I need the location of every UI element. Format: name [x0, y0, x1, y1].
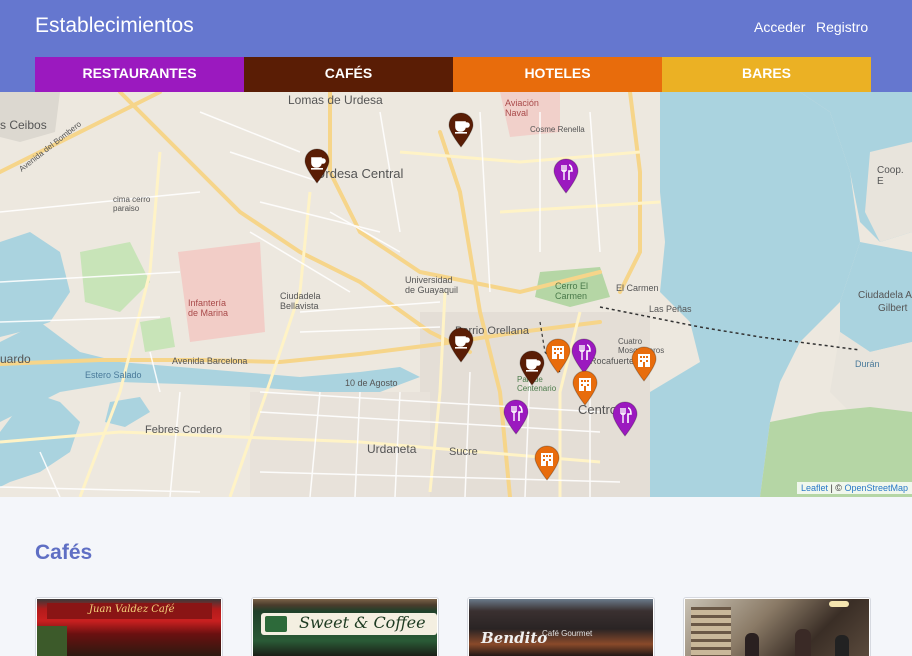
- cafe-photo: Sweet & Coffee: [253, 599, 437, 656]
- cafe-marker[interactable]: [304, 148, 330, 184]
- building-icon: [534, 445, 560, 481]
- building-icon: [572, 370, 598, 406]
- map-label: Sucre: [449, 446, 478, 458]
- restaurant-marker[interactable]: [553, 158, 579, 194]
- coffee-cup-icon: [304, 148, 330, 184]
- tab-cafes[interactable]: CAFÉS: [244, 57, 453, 92]
- tab-bares[interactable]: BARES: [662, 57, 871, 92]
- map-label: Ciudadela Bellavista: [280, 291, 321, 311]
- cafe-sign: Juan Valdez Café: [89, 604, 175, 615]
- hotel-marker[interactable]: [572, 370, 598, 406]
- fork-knife-icon: [503, 399, 529, 435]
- establishments-map[interactable]: Lomas de Urdesa s Ceibos Urdesa Central …: [0, 92, 912, 497]
- building-icon: [631, 346, 657, 382]
- cafe-card[interactable]: [683, 597, 871, 656]
- building-icon: [545, 338, 571, 374]
- login-link[interactable]: Acceder: [754, 19, 805, 35]
- cafe-sign: Sweet & Coffee: [299, 613, 426, 632]
- cafe-marker[interactable]: [448, 327, 474, 363]
- tab-hoteles[interactable]: HOTELES: [453, 57, 662, 92]
- map-label: Avenida Barcelona: [172, 356, 248, 366]
- cafe-sign: Bendito: [481, 629, 548, 647]
- fork-knife-icon: [571, 338, 597, 374]
- map-label: Ciudadela A: [858, 290, 912, 301]
- register-link[interactable]: Registro: [816, 19, 868, 35]
- top-navbar: Establecimientos Acceder Registro: [0, 0, 912, 57]
- cafe-photo: Juan Valdez Café: [37, 599, 221, 656]
- cafe-marker[interactable]: [519, 350, 545, 386]
- restaurant-marker[interactable]: [612, 401, 638, 437]
- map-label: Infantería de Marina: [188, 298, 229, 318]
- map-label: Gilbert: [878, 303, 908, 314]
- map-label: Cerro El Carmen: [555, 281, 589, 301]
- hotel-marker[interactable]: [545, 338, 571, 374]
- category-bar: RESTAURANTES CAFÉS HOTELES BARES: [0, 57, 912, 92]
- tab-restaurantes[interactable]: RESTAURANTES: [35, 57, 244, 92]
- restaurant-marker[interactable]: [571, 338, 597, 374]
- coffee-cup-icon: [519, 350, 545, 386]
- attribution-separator: | ©: [827, 483, 845, 493]
- map-label: Estero Salado: [85, 370, 142, 380]
- map-label: cima cerro paraiso: [113, 195, 151, 213]
- map-label: 10 de Agosto: [345, 378, 398, 388]
- map-attribution: Leaflet | © OpenStreetMap: [796, 482, 912, 494]
- map-label: Coop. E: [877, 165, 904, 187]
- cafe-card[interactable]: Sweet & Coffee: [251, 597, 439, 656]
- cafe-photo: [685, 599, 869, 656]
- map-label: Cosme Renella: [530, 125, 585, 134]
- cafes-section: Cafés Juan Valdez Café Sweet & Coffee Be…: [0, 497, 912, 656]
- coffee-cup-icon: [448, 112, 474, 148]
- map-label: Urdaneta: [367, 442, 417, 456]
- map-label: Febres Cordero: [145, 424, 223, 436]
- map-label: uardo: [0, 352, 31, 366]
- map-label: Universidad de Guayaquil: [405, 275, 459, 295]
- hotel-marker[interactable]: [631, 346, 657, 382]
- osm-link[interactable]: OpenStreetMap: [844, 483, 908, 493]
- restaurant-marker[interactable]: [503, 399, 529, 435]
- cafe-photo: Bendito Café Gourmet: [469, 599, 653, 656]
- cafe-card[interactable]: Juan Valdez Café: [35, 597, 223, 656]
- fork-knife-icon: [612, 401, 638, 437]
- coffee-cup-icon: [448, 327, 474, 363]
- cafe-sign-sub: Café Gourmet: [542, 629, 593, 638]
- fork-knife-icon: [553, 158, 579, 194]
- map-label: s Ceibos: [0, 118, 47, 132]
- map-label: Lomas de Urdesa: [288, 93, 383, 107]
- leaflet-link[interactable]: Leaflet: [801, 483, 828, 493]
- cafe-card[interactable]: Bendito Café Gourmet: [467, 597, 655, 656]
- map-label: Las Peñas: [649, 304, 692, 314]
- map-label: El Carmen: [616, 283, 659, 293]
- site-title[interactable]: Establecimientos: [35, 14, 194, 38]
- map-label: Aviación Naval: [505, 98, 539, 118]
- cafe-marker[interactable]: [448, 112, 474, 148]
- section-title: Cafés: [35, 541, 93, 564]
- hotel-marker[interactable]: [534, 445, 560, 481]
- map-labels: Lomas de Urdesa s Ceibos Urdesa Central …: [0, 92, 912, 497]
- map-label: Durán: [855, 359, 880, 369]
